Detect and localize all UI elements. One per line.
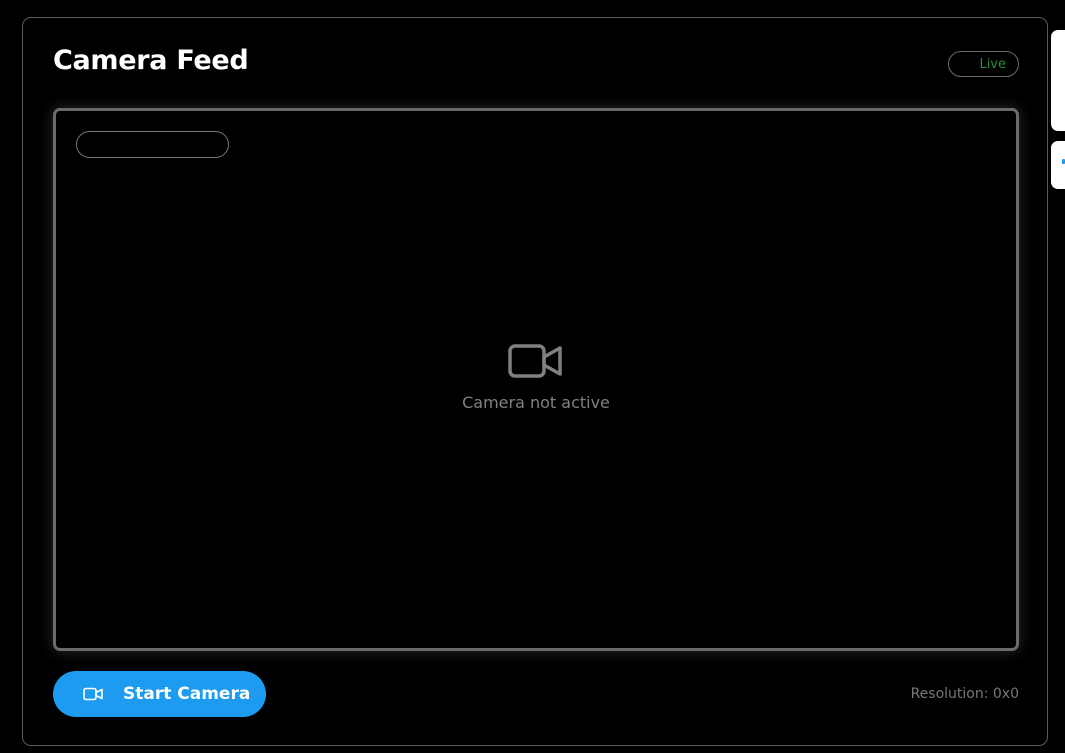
page-title: Camera Feed <box>53 45 249 76</box>
video-camera-icon <box>83 687 103 701</box>
camera-viewport: Camera not active <box>53 108 1019 651</box>
resolution-readout: Resolution: 0x0 <box>910 686 1019 702</box>
start-camera-label: Start Camera <box>123 684 251 704</box>
video-camera-icon <box>508 343 564 379</box>
camera-inactive-message: Camera not active <box>462 393 610 412</box>
live-status-badge: Live <box>948 51 1019 77</box>
side-panel-card[interactable] <box>1051 141 1065 189</box>
camera-feed-panel: Camera Feed Live Camera not active Start… <box>22 17 1048 746</box>
side-panel-card[interactable] <box>1051 30 1065 131</box>
viewport-overlay-pill <box>76 131 229 158</box>
camera-empty-state: Camera not active <box>56 343 1016 412</box>
start-camera-button[interactable]: Start Camera <box>53 671 266 717</box>
